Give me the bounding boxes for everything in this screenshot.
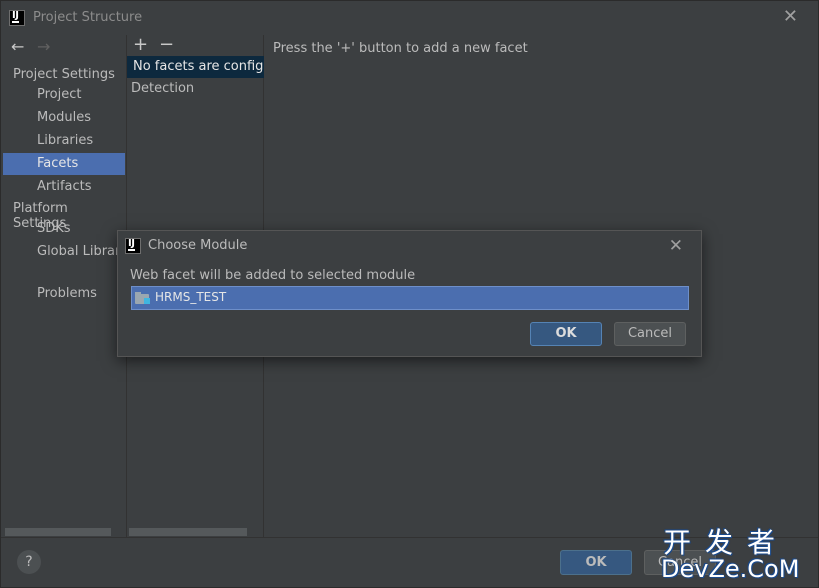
sidebar-item-facets[interactable]: Facets [3, 153, 125, 175]
sidebar-scrollbar[interactable] [5, 528, 111, 536]
module-list-item[interactable]: HRMS_TEST [131, 286, 689, 310]
facets-scrollbar[interactable] [129, 528, 247, 536]
add-icon[interactable]: + [133, 34, 148, 55]
watermark-en: DevZe.CoM [661, 555, 800, 583]
sidebar-item-global-libraries[interactable]: Global Libraries [3, 241, 125, 263]
remove-icon[interactable]: − [159, 34, 174, 55]
project-structure-window: IJ Project Structure ✕ ← → Project Setti… [0, 0, 819, 588]
help-button[interactable]: ? [17, 550, 41, 574]
window-title: Project Structure [33, 10, 143, 25]
detection-item[interactable]: Detection [131, 78, 194, 100]
close-icon[interactable]: ✕ [783, 8, 798, 26]
sidebar-item-libraries[interactable]: Libraries [3, 130, 125, 152]
sidebar-item-sdks[interactable]: SDKs [3, 218, 125, 240]
dialog-ok-button[interactable]: OK [530, 322, 602, 346]
module-folder-icon [135, 292, 151, 304]
facet-list-item[interactable]: No facets are configured [127, 56, 264, 78]
add-facet-hint: Press the '+' button to add a new facet [273, 41, 528, 56]
project-settings-heading: Project Settings [13, 67, 115, 82]
sidebar-item-artifacts[interactable]: Artifacts [3, 176, 125, 198]
forward-arrow-icon[interactable]: → [37, 37, 50, 56]
module-label: HRMS_TEST [155, 290, 227, 304]
sidebar-item-project[interactable]: Project [3, 84, 125, 106]
sidebar: ← → Project Settings Project Modules Lib… [3, 35, 125, 537]
back-arrow-icon[interactable]: ← [11, 37, 24, 56]
sidebar-item-modules[interactable]: Modules [3, 107, 125, 129]
watermark: 开发者 DevZe.CoM [661, 521, 817, 587]
title-bar: IJ Project Structure ✕ [1, 1, 818, 35]
dialog-title: Choose Module [148, 238, 248, 253]
dialog-message: Web facet will be added to selected modu… [130, 268, 416, 283]
intellij-icon: IJ [9, 10, 25, 26]
close-icon[interactable]: ✕ [669, 236, 683, 256]
intellij-icon: IJ [125, 238, 141, 254]
dialog-cancel-button[interactable]: Cancel [614, 322, 686, 346]
ok-button[interactable]: OK [560, 550, 632, 575]
choose-module-dialog: IJ Choose Module ✕ Web facet will be add… [117, 230, 702, 357]
sidebar-item-problems[interactable]: Problems [3, 283, 125, 305]
